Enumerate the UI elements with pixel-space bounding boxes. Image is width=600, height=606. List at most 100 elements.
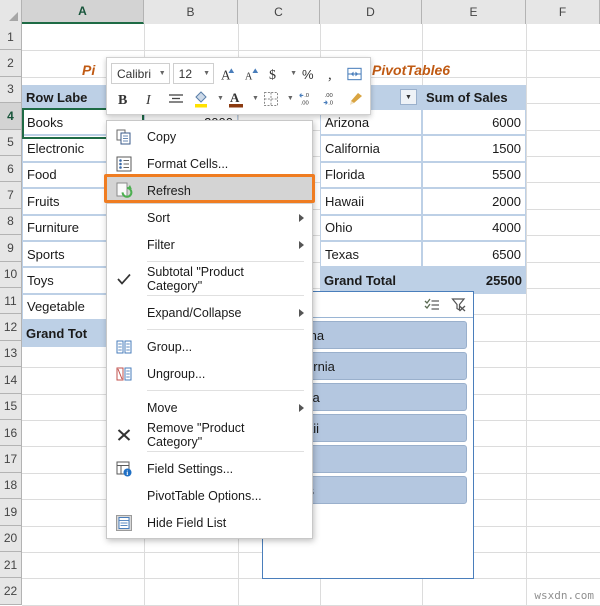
merge-cells-icon[interactable] [343, 62, 366, 85]
right-pivot-row-value[interactable]: 2000 [422, 188, 526, 214]
context-menu-item-subtotal-product-category[interactable]: Subtotal "Product Category" [107, 265, 312, 292]
font-name-combo[interactable]: Calibri ▼ [111, 63, 170, 84]
column-header-a[interactable]: A [22, 0, 144, 24]
format-painter-icon[interactable] [342, 87, 368, 110]
svg-text:.00: .00 [300, 100, 309, 106]
right-pivot-row-value[interactable]: 6500 [422, 241, 526, 267]
svg-text:A: A [221, 67, 231, 82]
chevron-down-icon[interactable]: ▼ [217, 95, 224, 102]
row-header-20[interactable]: 20 [0, 526, 22, 552]
mini-toolbar-row-1: Calibri ▼ 12 ▼ A A $ ▼ % , [111, 61, 366, 86]
context-menu-item-label: Expand/Collapse [147, 306, 242, 320]
right-pivot-row-value[interactable]: 1500 [422, 135, 526, 161]
right-pivot-grand-total-label[interactable]: Grand Total [320, 267, 422, 293]
row-header-8[interactable]: 8 [0, 209, 22, 235]
chevron-down-icon[interactable]: ▼ [287, 95, 294, 102]
context-menu-separator [147, 390, 304, 391]
align-center-icon[interactable] [163, 87, 189, 110]
context-menu-item-filter[interactable]: Filter [107, 231, 312, 258]
column-header-d[interactable]: D [320, 0, 422, 24]
svg-text:.00: .00 [324, 93, 333, 99]
row-header-7[interactable]: 7 [0, 182, 22, 208]
italic-icon[interactable]: I [137, 87, 163, 110]
gridline-h [22, 50, 600, 51]
context-menu-item-label: Refresh [147, 184, 191, 198]
row-header-9[interactable]: 9 [0, 235, 22, 261]
row-header-10[interactable]: 10 [0, 262, 22, 288]
context-menu-item-label: Remove "Product Category" [147, 421, 290, 449]
row-header-16[interactable]: 16 [0, 420, 22, 446]
multi-select-icon[interactable] [423, 296, 440, 313]
pivot-context-menu[interactable]: Copy Format Cells... Refresh SortFilter Subt… [106, 120, 313, 539]
right-pivot-row-label[interactable]: California [320, 135, 422, 161]
context-menu-item-move[interactable]: Move [107, 394, 312, 421]
font-color-icon[interactable]: A [224, 87, 248, 110]
row-header-13[interactable]: 13 [0, 341, 22, 367]
context-menu-separator [147, 261, 304, 262]
context-menu-item-label: Group... [147, 340, 192, 354]
right-pivot-row-label[interactable]: Ohio [320, 215, 422, 241]
grow-font-icon[interactable]: A [217, 62, 240, 85]
fill-color-icon[interactable] [189, 87, 213, 110]
right-pivot-row-value[interactable]: 5500 [422, 162, 526, 188]
right-pivot-filter-dropdown-icon[interactable]: ▼ [400, 89, 417, 105]
accounting-format-icon[interactable]: $ [263, 62, 286, 85]
row-header-1[interactable]: 1 [0, 24, 22, 50]
submenu-arrow-icon [299, 309, 304, 317]
context-menu-item-ungroup[interactable]: Ungroup... [107, 360, 312, 387]
row-header-12[interactable]: 12 [0, 314, 22, 340]
borders-icon[interactable] [259, 87, 283, 110]
context-menu-item-format-cells[interactable]: Format Cells... [107, 150, 312, 177]
decrease-decimal-icon[interactable]: .0 .00 [294, 87, 318, 110]
chevron-down-icon[interactable]: ▼ [290, 70, 297, 77]
column-header-e[interactable]: E [422, 0, 526, 24]
right-pivot-grand-total-value[interactable]: 25500 [422, 267, 526, 293]
shrink-font-icon[interactable]: A [240, 62, 263, 85]
row-header-3[interactable]: 3 [0, 77, 22, 103]
comma-style-icon[interactable]: , [320, 62, 343, 85]
chevron-down-icon[interactable]: ▼ [252, 95, 259, 102]
row-header-15[interactable]: 15 [0, 394, 22, 420]
svg-text:.0: .0 [328, 100, 334, 106]
context-menu-item-pivottable-options[interactable]: PivotTable Options... [107, 482, 312, 509]
row-header-4[interactable]: 4 [0, 103, 22, 129]
excel-worksheet: ABCDEF 123456789101112131415161718192021… [0, 0, 600, 606]
context-menu-item-group[interactable]: Group... [107, 333, 312, 360]
column-header-b[interactable]: B [144, 0, 238, 24]
context-menu-item-expand-collapse[interactable]: Expand/Collapse [107, 299, 312, 326]
right-pivot-sum-header[interactable]: Sum of Sales [422, 85, 526, 109]
mini-format-toolbar[interactable]: Calibri ▼ 12 ▼ A A $ ▼ % , [106, 57, 371, 115]
row-header-2[interactable]: 2 [0, 50, 22, 76]
row-header-14[interactable]: 14 [0, 367, 22, 393]
context-menu-item-copy[interactable]: Copy [107, 123, 312, 150]
font-size-combo[interactable]: 12 ▼ [173, 63, 214, 84]
right-pivot-row-label[interactable]: Florida [320, 162, 422, 188]
context-menu-item-remove-product-category[interactable]: Remove "Product Category" [107, 421, 312, 448]
increase-decimal-icon[interactable]: .00 .0 [318, 87, 342, 110]
row-header-6[interactable]: 6 [0, 156, 22, 182]
row-header-17[interactable]: 17 [0, 446, 22, 472]
row-header-21[interactable]: 21 [0, 552, 22, 578]
bold-icon[interactable]: B [111, 87, 137, 110]
context-menu-item-hide-field-list[interactable]: Hide Field List [107, 509, 312, 536]
row-header-22[interactable]: 22 [0, 578, 22, 604]
right-pivot-row-value[interactable]: 6000 [422, 109, 526, 135]
column-header-c[interactable]: C [238, 0, 320, 24]
select-all-corner[interactable] [0, 0, 22, 24]
svg-text:%: % [302, 67, 314, 82]
row-header-18[interactable]: 18 [0, 473, 22, 499]
right-pivot-row-value[interactable]: 4000 [422, 215, 526, 241]
context-menu-item-field-settings[interactable]: iField Settings... [107, 455, 312, 482]
context-menu-item-label: Copy [147, 130, 176, 144]
row-header-11[interactable]: 11 [0, 288, 22, 314]
right-pivot-row-label[interactable]: Texas [320, 241, 422, 267]
row-header-5[interactable]: 5 [0, 130, 22, 156]
row-header-19[interactable]: 19 [0, 499, 22, 525]
right-pivot-row-label[interactable]: Hawaii [320, 188, 422, 214]
context-menu-item-refresh[interactable]: Refresh [107, 177, 312, 204]
context-menu-item-sort[interactable]: Sort [107, 204, 312, 231]
submenu-arrow-icon [299, 214, 304, 222]
clear-filter-icon[interactable] [450, 296, 467, 313]
column-header-f[interactable]: F [526, 0, 600, 24]
percent-style-icon[interactable]: % [297, 62, 320, 85]
